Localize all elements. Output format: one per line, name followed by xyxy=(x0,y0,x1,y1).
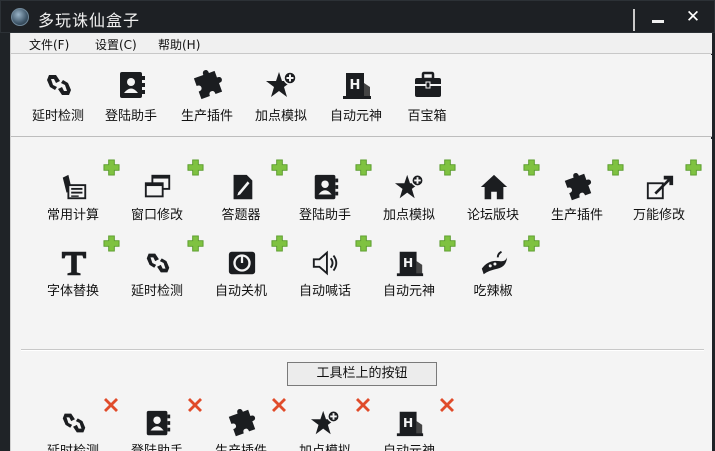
toolbar-config-item-production-plugin[interactable]: 生产插件 xyxy=(199,395,283,451)
resize-arrow-icon xyxy=(645,172,675,202)
tool-item-label: 延时检测 xyxy=(130,284,183,299)
toolbar-config-item-stat-simulator[interactable]: 加点模拟 xyxy=(283,395,367,451)
remove-icon[interactable] xyxy=(439,397,455,413)
chain-link-icon xyxy=(59,408,89,438)
add-icon[interactable] xyxy=(523,235,540,252)
tool-item-label: 加点模拟 xyxy=(382,208,435,223)
menu-settings[interactable]: 设置(C) xyxy=(95,36,137,53)
font-t-icon xyxy=(59,248,89,278)
tool-item-label: 自动元神 xyxy=(367,440,451,451)
tool-item-stat-simulator[interactable]: 加点模拟 xyxy=(367,159,451,229)
pencil-doc-icon xyxy=(227,172,257,202)
toolbar-button-login-helper[interactable]: 登陆助手 xyxy=(93,59,169,131)
tools-panel: 常用计算 窗口修改 答题器 登陆助手 加点模拟 论坛版块 生产插件 万能修改 字… xyxy=(11,139,712,451)
tool-item-label: 延时检测 xyxy=(31,440,115,451)
close-button[interactable]: ✕ xyxy=(680,5,706,29)
toolbar-buttons-caption[interactable]: 工具栏上的按钮 xyxy=(287,362,437,386)
tool-item-label: 生产插件 xyxy=(550,208,603,223)
tool-item-label: 生产插件 xyxy=(199,440,283,451)
puzzle-piece-icon xyxy=(227,408,257,438)
toolbox-icon xyxy=(412,69,444,101)
hotel-icon xyxy=(341,69,373,101)
toolbar-button-delay-check[interactable]: 延时检测 xyxy=(20,59,96,131)
toolbar: 延时检测 登陆助手 生产插件 加点模拟 自动元神 百宝箱 xyxy=(11,55,712,137)
speaker-icon xyxy=(311,248,341,278)
toolbar-button-label: 登陆助手 xyxy=(104,109,157,124)
tool-item-label: 自动喊话 xyxy=(298,284,351,299)
tool-item-quiz-helper[interactable]: 答题器 xyxy=(199,159,283,229)
tool-item-label: 窗口修改 xyxy=(130,208,183,223)
tool-item-label: 吃辣椒 xyxy=(473,284,513,299)
tool-item-label: 论坛版块 xyxy=(466,208,519,223)
star-plus-icon xyxy=(395,172,425,202)
tool-item-label: 字体替换 xyxy=(46,284,99,299)
toolbar-button-stat-simulator[interactable]: 加点模拟 xyxy=(243,59,319,131)
window-title: 多玩诛仙盒子 xyxy=(38,11,141,30)
tool-item-label: 登陆助手 xyxy=(298,208,351,223)
toolbar-button-treasure-box[interactable]: 百宝箱 xyxy=(389,59,465,131)
app-logo-icon xyxy=(11,8,29,26)
title-separator xyxy=(633,9,635,31)
close-icon: ✕ xyxy=(685,7,701,27)
chain-link-icon xyxy=(143,248,173,278)
tool-item-eat-chili[interactable]: 吃辣椒 xyxy=(451,235,535,305)
contact-book-icon xyxy=(116,69,148,101)
toolbar-button-production-plugin[interactable]: 生产插件 xyxy=(169,59,245,131)
toolbar-config-item-login-helper[interactable]: 登陆助手 xyxy=(115,395,199,451)
toolbar-config-item-auto-spirit[interactable]: 自动元神 xyxy=(367,395,451,451)
tool-item-window-modify[interactable]: 窗口修改 xyxy=(115,159,199,229)
tool-item-auto-shutdown[interactable]: 自动关机 xyxy=(199,235,283,305)
tool-item-forum-section[interactable]: 论坛版块 xyxy=(451,159,535,229)
tool-item-auto-shout[interactable]: 自动喊话 xyxy=(283,235,367,305)
home-icon xyxy=(479,172,509,202)
tool-item-delay-check[interactable]: 延时检测 xyxy=(115,235,199,305)
tool-item-font-replace[interactable]: 字体替换 xyxy=(31,235,115,305)
toolbar-button-label: 自动元神 xyxy=(329,109,382,124)
toolbar-button-label: 延时检测 xyxy=(31,109,84,124)
tool-item-label: 答题器 xyxy=(221,208,261,223)
puzzle-piece-icon xyxy=(192,69,224,101)
tool-item-label: 加点模拟 xyxy=(283,440,367,451)
window-body: 文件(F) 设置(C) 帮助(H) 延时检测 登陆助手 生产插件 加点模拟 自动… xyxy=(10,33,712,451)
toolbar-button-label: 百宝箱 xyxy=(407,109,447,124)
tool-item-login-helper[interactable]: 登陆助手 xyxy=(283,159,367,229)
menu-help[interactable]: 帮助(H) xyxy=(158,36,200,53)
star-plus-icon xyxy=(266,69,298,101)
tool-item-label: 万能修改 xyxy=(632,208,685,223)
section-divider xyxy=(21,349,704,351)
chili-pepper-icon xyxy=(479,248,509,278)
tool-item-label: 登陆助手 xyxy=(115,440,199,451)
tool-item-label: 自动关机 xyxy=(214,284,267,299)
toolbar-button-auto-spirit[interactable]: 自动元神 xyxy=(318,59,394,131)
menu-bar: 文件(F) 设置(C) 帮助(H) xyxy=(11,33,712,54)
hotel-icon xyxy=(395,248,425,278)
star-plus-icon xyxy=(311,408,341,438)
windows-stack-icon xyxy=(143,172,173,202)
tool-item-universal-modify[interactable]: 万能修改 xyxy=(617,159,701,229)
contact-book-icon xyxy=(143,408,173,438)
tool-item-auto-spirit[interactable]: 自动元神 xyxy=(367,235,451,305)
add-icon[interactable] xyxy=(685,159,702,176)
contact-book-icon xyxy=(311,172,341,202)
chain-link-icon xyxy=(43,69,75,101)
menu-file[interactable]: 文件(F) xyxy=(29,36,69,53)
tool-item-label: 常用计算 xyxy=(46,208,99,223)
tool-item-common-calc[interactable]: 常用计算 xyxy=(31,159,115,229)
puzzle-piece-icon xyxy=(563,172,593,202)
tool-item-label: 自动元神 xyxy=(382,284,435,299)
calculator-note-icon xyxy=(59,172,89,202)
toolbar-button-label: 加点模拟 xyxy=(254,109,307,124)
toolbar-config-item-delay-check[interactable]: 延时检测 xyxy=(31,395,115,451)
toolbar-button-label: 生产插件 xyxy=(180,109,233,124)
minimize-icon xyxy=(652,20,664,23)
minimize-button[interactable] xyxy=(645,5,671,29)
tool-item-production-plugin[interactable]: 生产插件 xyxy=(535,159,619,229)
power-clock-icon xyxy=(227,248,257,278)
title-bar: 多玩诛仙盒子 ✕ xyxy=(0,0,715,33)
hotel-icon xyxy=(395,408,425,438)
